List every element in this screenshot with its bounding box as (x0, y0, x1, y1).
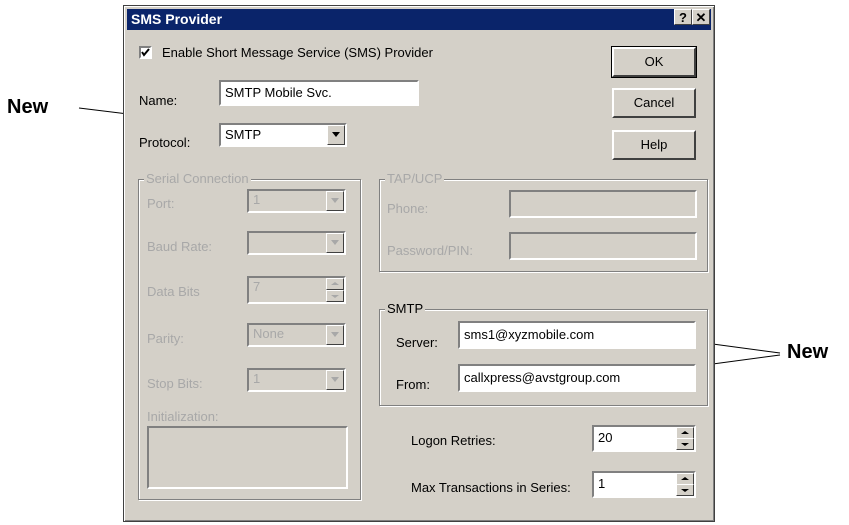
max-transactions-spinner[interactable]: 1 (592, 471, 696, 498)
initialization-label: Initialization: (147, 409, 219, 424)
stop-bits-label: Stop Bits: (147, 376, 203, 391)
parity-label: Parity: (147, 331, 184, 346)
port-label: Port: (147, 196, 175, 211)
serial-connection-title: Serial Connection (144, 171, 251, 186)
name-label: Name: (139, 93, 178, 108)
help-button[interactable]: Help (612, 130, 696, 160)
sms-provider-dialog: SMS Provider ? ✕ Enable Short Message Se… (123, 5, 715, 522)
chevron-down-icon (331, 198, 339, 203)
ok-button[interactable]: OK (611, 46, 697, 78)
initialization-textarea (147, 426, 348, 489)
chevron-up-icon (681, 477, 689, 480)
parity-select: None (247, 323, 346, 347)
baud-rate-label: Baud Rate: (147, 239, 213, 254)
logon-retries-label: Logon Retries: (411, 433, 496, 448)
protocol-dropdown-button[interactable] (327, 125, 345, 145)
name-input[interactable]: SMTP Mobile Svc. (219, 80, 419, 106)
baud-rate-select (247, 231, 346, 255)
phone-label: Phone: (387, 201, 429, 216)
logon-retries-spinner[interactable]: 20 (592, 425, 696, 452)
stop-bits-select: 1 (247, 368, 346, 392)
phone-input (509, 190, 697, 218)
protocol-value: SMTP (225, 127, 262, 142)
chevron-down-icon (331, 295, 339, 298)
data-bits-label: Data Bits (147, 284, 200, 299)
parity-value: None (253, 326, 285, 341)
max-transactions-value: 1 (598, 476, 606, 491)
chevron-up-icon (681, 431, 689, 434)
logon-retries-value: 20 (598, 430, 613, 445)
chevron-down-icon (332, 132, 340, 137)
dialog-title-bar: SMS Provider (127, 9, 711, 30)
max-transactions-down-button[interactable] (676, 484, 694, 496)
cancel-button[interactable]: Cancel (612, 88, 696, 118)
password-pin-label: Password/PIN: (387, 243, 473, 258)
data-bits-up-button (326, 278, 344, 290)
close-icon: ✕ (695, 10, 707, 25)
chevron-up-icon (331, 282, 339, 285)
port-dropdown-button (326, 191, 344, 211)
chevron-down-icon (681, 443, 689, 446)
server-input[interactable]: sms1@xyzmobile.com (458, 321, 696, 349)
tap-ucp-title: TAP/UCP (385, 171, 445, 186)
dialog-title: SMS Provider (131, 11, 223, 27)
close-button[interactable]: ✕ (692, 9, 710, 25)
server-label: Server: (396, 335, 438, 350)
data-bits-down-button (326, 290, 344, 302)
chevron-down-icon (331, 240, 339, 245)
data-bits-value: 7 (253, 279, 261, 294)
port-select: 1 (247, 189, 346, 213)
parity-dropdown-button (326, 325, 344, 345)
chevron-down-icon (681, 489, 689, 492)
stop-bits-dropdown-button (326, 370, 344, 390)
logon-retries-down-button[interactable] (676, 438, 694, 450)
from-input[interactable]: callxpress@avstgroup.com (458, 364, 696, 392)
enable-sms-checkbox[interactable] (139, 46, 152, 59)
port-value: 1 (253, 192, 261, 207)
max-transactions-label: Max Transactions in Series: (411, 480, 571, 495)
enable-sms-label: Enable Short Message Service (SMS) Provi… (162, 45, 433, 60)
protocol-select[interactable]: SMTP (219, 123, 347, 147)
help-icon: ? (679, 10, 687, 25)
chevron-down-icon (331, 377, 339, 382)
password-pin-input (509, 232, 697, 260)
chevron-down-icon (331, 332, 339, 337)
baud-rate-dropdown-button (326, 233, 344, 253)
protocol-label: Protocol: (139, 135, 191, 150)
checkmark-icon (141, 48, 150, 57)
from-label: From: (396, 377, 430, 392)
data-bits-spinner: 7 (247, 276, 346, 304)
smtp-title: SMTP (385, 301, 426, 316)
help-title-button[interactable]: ? (674, 9, 692, 25)
stop-bits-value: 1 (253, 371, 261, 386)
